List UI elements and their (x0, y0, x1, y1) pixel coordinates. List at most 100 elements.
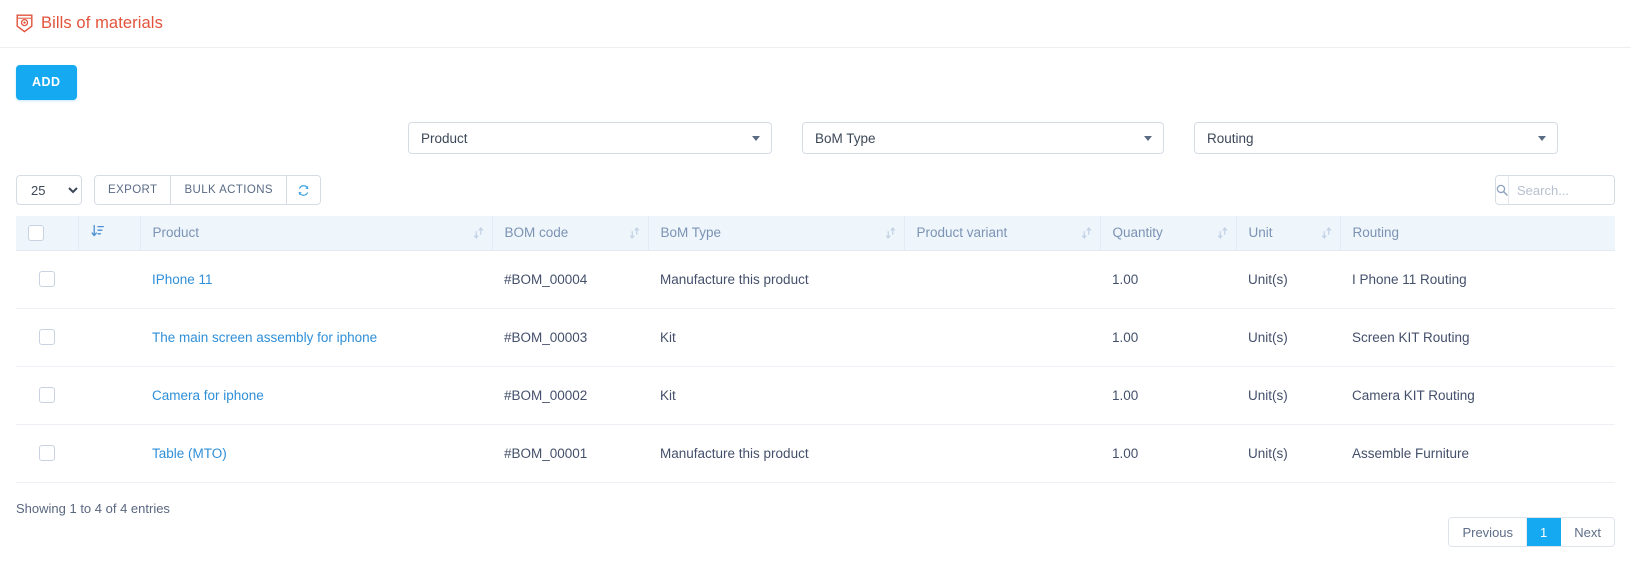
refresh-icon (298, 184, 309, 196)
filter-row: Product BoM Type Routing (0, 114, 1631, 162)
select-all-checkbox[interactable] (28, 224, 44, 241)
table-row[interactable]: The main screen assembly for iphone #BOM_… (16, 308, 1615, 367)
table-header-row: Product BOM code BoM Type Product varian… (16, 216, 1615, 251)
table-row[interactable]: IPhone 11 #BOM_00004 Manufacture this prod… (16, 250, 1615, 309)
row-checkbox[interactable] (39, 445, 55, 462)
table-container: Product BOM code BoM Type Product varian… (0, 210, 1631, 483)
header-product-variant-label: Product variant (916, 225, 1008, 241)
row-sort-spacer-cell (78, 424, 140, 483)
cell-product-variant (904, 250, 1100, 309)
cell-bom-type: Manufacture this product (648, 424, 904, 483)
pagination-next[interactable]: Next (1561, 518, 1614, 546)
header-quantity[interactable]: Quantity (1100, 216, 1237, 251)
row-checkbox[interactable] (39, 387, 55, 404)
cell-routing: Assemble Furniture (1340, 424, 1615, 483)
chevron-down-icon (752, 136, 760, 141)
header-bom-type-label: BoM Type (660, 225, 722, 241)
pagination-previous[interactable]: Previous (1449, 518, 1528, 546)
cell-product: The main screen assembly for iphone (140, 308, 492, 367)
table-row[interactable]: Table (MTO) #BOM_00001 Manufacture this pr… (16, 424, 1615, 483)
sort-icon (1217, 227, 1227, 239)
header-select-all[interactable] (16, 216, 79, 251)
primary-action-row: ADD (0, 48, 1631, 114)
header-unit[interactable]: Unit (1236, 216, 1341, 251)
row-select-cell[interactable] (16, 366, 78, 425)
cell-unit: Unit(s) (1236, 366, 1340, 425)
product-link[interactable]: Table (MTO) (152, 446, 227, 461)
search-button[interactable] (1496, 176, 1509, 204)
sort-icon (1321, 227, 1331, 239)
header-routing[interactable]: Routing (1340, 216, 1615, 251)
header-product[interactable]: Product (140, 216, 493, 251)
add-button[interactable]: ADD (16, 65, 77, 100)
row-select-cell[interactable] (16, 250, 78, 309)
search-icon (1496, 184, 1508, 196)
export-button[interactable]: EXPORT (95, 176, 172, 204)
pagination-container: Previous 1 Next (1448, 509, 1615, 547)
page-header: Bills of materials (0, 0, 1631, 48)
filter-routing-label: Routing (1207, 130, 1254, 146)
table-row[interactable]: Camera for iphone #BOM_00002 Kit 1.00 Unit(s… (16, 366, 1615, 425)
table-toolbar: 102550100 EXPORT BULK ACTIONS (0, 162, 1631, 210)
cell-quantity: 1.00 (1100, 308, 1236, 367)
cell-product: IPhone 11 (140, 250, 492, 309)
header-bom-code[interactable]: BOM code (492, 216, 649, 251)
header-sort-column[interactable] (78, 216, 141, 251)
cell-quantity: 1.00 (1100, 424, 1236, 483)
cell-bom-code: #BOM_00004 (492, 250, 648, 309)
table-body: IPhone 11 #BOM_00004 Manufacture this prod… (16, 250, 1615, 483)
sort-icon (1081, 227, 1091, 239)
search-box (1495, 175, 1615, 205)
row-sort-spacer-cell (78, 366, 140, 425)
table-actions-group: EXPORT BULK ACTIONS (94, 175, 322, 205)
cell-bom-code: #BOM_00002 (492, 366, 648, 425)
filter-bom-type[interactable]: BoM Type (802, 122, 1164, 154)
cell-unit: Unit(s) (1236, 308, 1340, 367)
filter-routing[interactable]: Routing (1194, 122, 1558, 154)
cell-routing: I Phone 11 Routing (1340, 250, 1615, 309)
header-quantity-label: Quantity (1112, 225, 1163, 241)
row-sort-spacer-cell (78, 250, 140, 309)
header-routing-label: Routing (1352, 225, 1400, 241)
product-link[interactable]: Camera for iphone (152, 388, 264, 403)
cell-product: Camera for iphone (140, 366, 492, 425)
header-product-label: Product (152, 225, 200, 241)
table-footer: Showing 1 to 4 of 4 entries (0, 483, 1631, 516)
product-link[interactable]: IPhone 11 (152, 272, 213, 287)
filter-product[interactable]: Product (408, 122, 772, 154)
table-head: Product BOM code BoM Type Product varian… (16, 216, 1615, 251)
cell-quantity: 1.00 (1100, 366, 1236, 425)
row-select-cell[interactable] (16, 424, 78, 483)
pagination-page-1[interactable]: 1 (1527, 518, 1562, 546)
cell-unit: Unit(s) (1236, 250, 1340, 309)
chevron-down-icon (1538, 136, 1546, 141)
cell-routing: Screen KIT Routing (1340, 308, 1615, 367)
row-checkbox[interactable] (39, 271, 55, 288)
sort-icon (629, 227, 639, 239)
cell-bom-type: Kit (648, 308, 904, 367)
search-input[interactable] (1509, 176, 1614, 204)
header-bom-type[interactable]: BoM Type (648, 216, 905, 251)
page-length-select[interactable]: 102550100 (16, 175, 82, 205)
refresh-button[interactable] (287, 176, 321, 204)
sort-desc-icon (90, 225, 104, 237)
cell-product-variant (904, 424, 1100, 483)
row-checkbox[interactable] (39, 329, 55, 346)
cell-quantity: 1.00 (1100, 250, 1236, 309)
cell-product: Table (MTO) (140, 424, 492, 483)
header-bom-code-label: BOM code (504, 225, 569, 241)
sort-icon (885, 227, 895, 239)
header-product-variant[interactable]: Product variant (904, 216, 1101, 251)
cell-unit: Unit(s) (1236, 424, 1340, 483)
row-select-cell[interactable] (16, 308, 78, 367)
cell-product-variant (904, 366, 1100, 425)
cell-bom-type: Manufacture this product (648, 250, 904, 309)
bom-badge-icon (16, 14, 33, 33)
product-link[interactable]: The main screen assembly for iphone (152, 330, 377, 345)
filter-product-label: Product (421, 130, 468, 146)
cell-routing: Camera KIT Routing (1340, 366, 1615, 425)
cell-bom-type: Kit (648, 366, 904, 425)
entries-info: Showing 1 to 4 of 4 entries (16, 500, 170, 516)
bulk-actions-button[interactable]: BULK ACTIONS (171, 176, 288, 204)
filter-bom-type-label: BoM Type (815, 130, 876, 146)
